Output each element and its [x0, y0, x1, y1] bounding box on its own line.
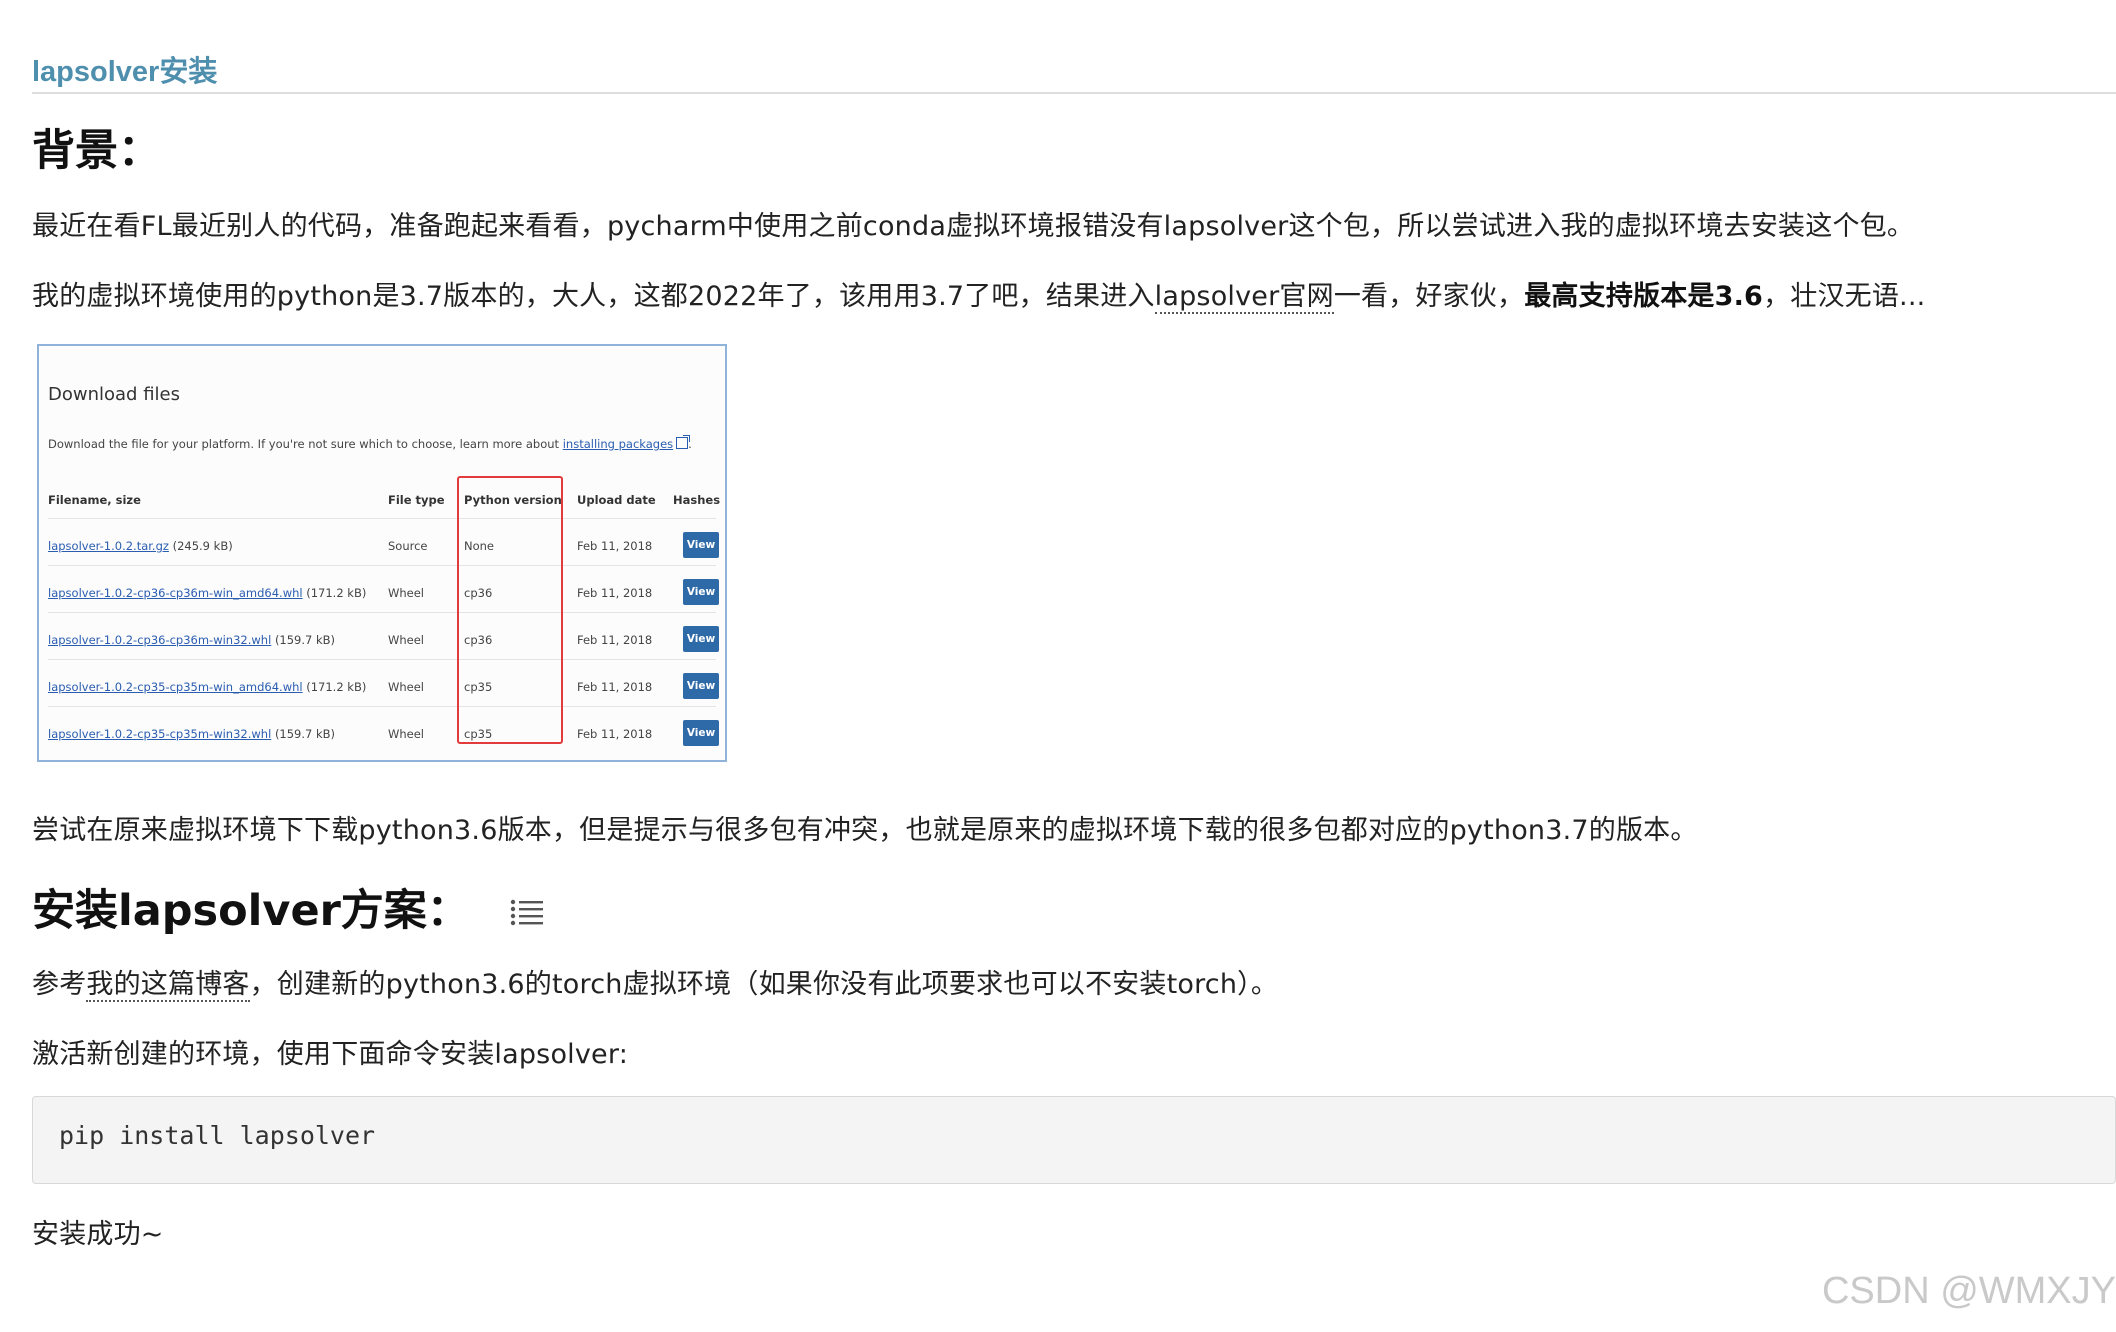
heading-install: 安装lapsolver方案： [32, 876, 544, 938]
file-size: (171.2 kB) [306, 586, 367, 600]
file-type: Wheel [388, 633, 425, 647]
col-header-hashes: Hashes [673, 493, 721, 507]
view-hash-button[interactable]: View [683, 626, 719, 652]
desc-text: Download the file for your platform. If … [48, 437, 563, 451]
row-divider [48, 612, 716, 613]
paragraph-reference: 参考我的这篇博客，创建新的python3.6的torch虚拟环境（如果你没有此项… [32, 962, 1279, 1002]
file-size: (245.9 kB) [172, 539, 233, 553]
file-link[interactable]: lapsolver-1.0.2-cp36-cp36m-win_amd64.whl [48, 586, 303, 600]
view-hash-button[interactable]: View [683, 720, 719, 746]
my-blog-link[interactable]: 我的这篇博客 [86, 969, 250, 1002]
view-hash-button[interactable]: View [683, 532, 719, 558]
view-hash-button[interactable]: View [683, 673, 719, 699]
heading-install-text: 安装lapsolver方案： [32, 886, 470, 936]
file-type: Wheel [388, 586, 425, 600]
file-size: (171.2 kB) [306, 680, 367, 694]
code-text: pip install lapsolver [59, 1121, 376, 1150]
pypi-download-screenshot: Download files Download the file for you… [37, 344, 727, 762]
view-hash-button[interactable]: View [683, 579, 719, 605]
table-row-file: lapsolver-1.0.2-cp36-cp36m-win_amd64.whl… [48, 586, 366, 600]
file-link[interactable]: lapsolver-1.0.2-cp35-cp35m-win32.whl [48, 727, 271, 741]
file-type: Wheel [388, 727, 425, 741]
paragraph-version: 我的虚拟环境使用的python是3.7版本的，大人，这都2022年了，该用用3.… [32, 274, 1926, 314]
upload-date: Feb 11, 2018 [577, 680, 653, 694]
table-row-file: lapsolver-1.0.2-cp35-cp35m-win_amd64.whl… [48, 680, 366, 694]
external-link-icon [676, 435, 691, 449]
paragraph-conflict: 尝试在原来虚拟环境下下载python3.6版本，但是提示与很多包有冲突，也就是原… [32, 815, 1698, 846]
row-divider [48, 659, 716, 660]
installing-packages-link[interactable]: installing packages [563, 437, 673, 451]
file-type: Wheel [388, 680, 425, 694]
official-site-link[interactable]: lapsolver官网 [1154, 281, 1334, 314]
col-header-upload-date: Upload date [577, 493, 656, 507]
paragraph-text: 参考 [32, 969, 87, 1000]
upload-date: Feb 11, 2018 [577, 586, 653, 600]
table-row-file: lapsolver-1.0.2.tar.gz (245.9 kB) [48, 539, 233, 553]
row-divider [48, 565, 716, 566]
table-row-file: lapsolver-1.0.2-cp35-cp35m-win32.whl (15… [48, 727, 335, 741]
file-link[interactable]: lapsolver-1.0.2.tar.gz [48, 539, 169, 553]
download-files-title: Download files [48, 384, 180, 405]
python-version-highlight [457, 476, 563, 744]
csdn-watermark: CSDN @WMXJY [1821, 1270, 2116, 1312]
col-header-filename: Filename, size [48, 493, 141, 507]
file-size: (159.7 kB) [274, 633, 336, 647]
col-header-filetype: File type [388, 493, 445, 507]
file-type: Source [388, 539, 428, 553]
paragraph-success: 安装成功~ [32, 1219, 164, 1250]
row-divider [48, 518, 716, 519]
upload-date: Feb 11, 2018 [577, 633, 653, 647]
list-icon[interactable] [510, 888, 544, 938]
heading-background: 背景： [32, 126, 161, 176]
table-row-file: lapsolver-1.0.2-cp36-cp36m-win32.whl (15… [48, 633, 335, 647]
paragraph-activate: 激活新创建的环境，使用下面命令安装lapsolver: [32, 1039, 628, 1070]
blog-title[interactable]: lapsolver安装 [32, 48, 217, 90]
file-link[interactable]: lapsolver-1.0.2-cp36-cp36m-win32.whl [48, 633, 271, 647]
paragraph-intro: 最近在看FL最近别人的代码，准备跑起来看看，pycharm中使用之前conda虚… [32, 211, 1915, 242]
title-divider [32, 92, 2116, 94]
paragraph-text: ，创建新的python3.6的torch虚拟环境（如果你没有此项要求也可以不安装… [249, 969, 1279, 1000]
file-link[interactable]: lapsolver-1.0.2-cp35-cp35m-win_amd64.whl [48, 680, 303, 694]
paragraph-text: 一看，好家伙， [1333, 281, 1525, 312]
upload-date: Feb 11, 2018 [577, 539, 653, 553]
file-size: (159.7 kB) [274, 727, 336, 741]
emphasis-text: 最高支持版本是3.6 [1524, 281, 1764, 312]
upload-date: Feb 11, 2018 [577, 727, 653, 741]
code-block[interactable]: pip install lapsolver [32, 1096, 2116, 1184]
paragraph-text: 我的虚拟环境使用的python是3.7版本的，大人，这都2022年了，该用用3.… [32, 281, 1155, 312]
paragraph-text: ，壮汉无语... [1763, 281, 1926, 312]
download-files-desc: Download the file for your platform. If … [48, 435, 692, 451]
row-divider [48, 706, 716, 707]
